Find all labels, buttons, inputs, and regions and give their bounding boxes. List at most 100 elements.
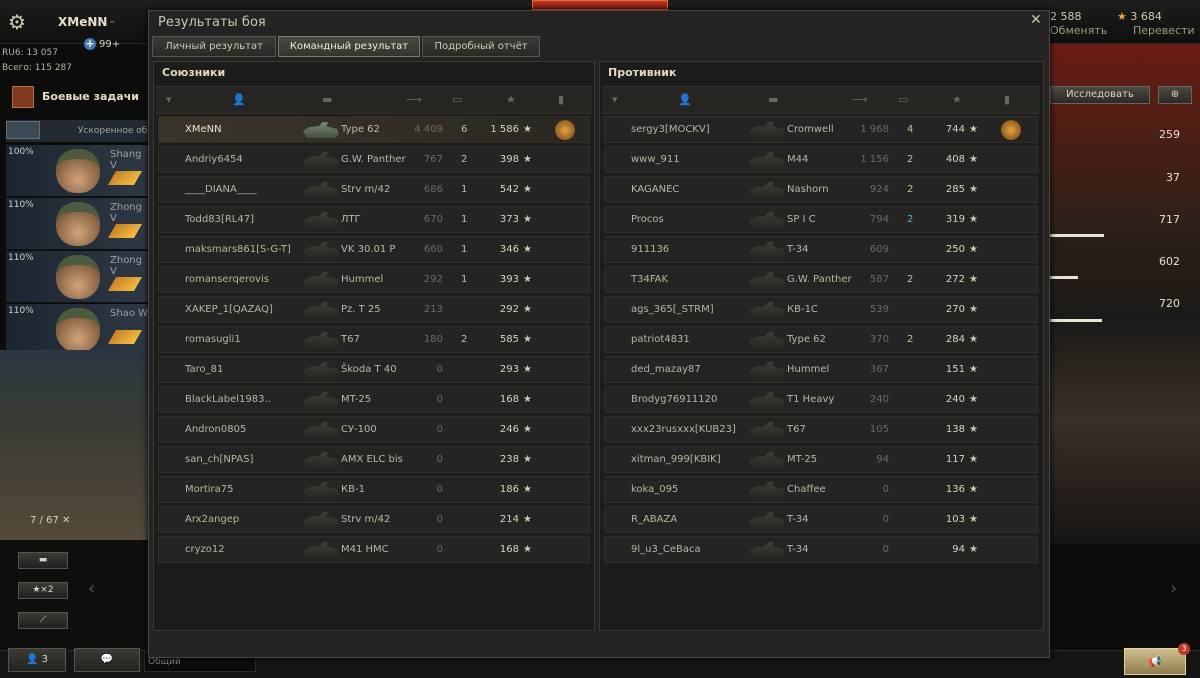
player-name[interactable]: 9l_u3_CeBaca bbox=[631, 544, 701, 555]
damage-column-icon[interactable]: ⟶ bbox=[406, 93, 422, 106]
notifications-button[interactable]: 📢 bbox=[1124, 648, 1186, 675]
table-row[interactable]: ded_mazay87 Hummel 367 151 ★ bbox=[604, 356, 1038, 383]
close-icon[interactable]: ✕ bbox=[1030, 12, 1042, 28]
platoon-column-icon[interactable]: ▾ bbox=[166, 93, 172, 106]
player-name[interactable]: Procos bbox=[631, 214, 664, 225]
player-name[interactable]: BlackLabel1983.. bbox=[185, 394, 271, 405]
table-row[interactable]: Taro_81 Škoda T 40 0 293 ★ bbox=[158, 356, 590, 383]
crew-member[interactable]: 100% Shang V bbox=[6, 145, 150, 197]
player-name[interactable]: Todd83[RL47] bbox=[185, 214, 254, 225]
player-name[interactable]: Brodyg76911120 bbox=[631, 394, 717, 405]
table-row[interactable]: cryzo12 M41 HMC 0 168 ★ bbox=[158, 536, 590, 563]
table-row[interactable]: Arx2angep Strv m/42 0 214 ★ bbox=[158, 506, 590, 533]
table-row[interactable]: www_911 M44 1 156 2 408 ★ bbox=[604, 146, 1038, 173]
player-name[interactable]: Taro_81 bbox=[185, 364, 223, 375]
table-row[interactable]: BlackLabel1983.. MT-25 0 168 ★ bbox=[158, 386, 590, 413]
player-name[interactable]: patriot4831 bbox=[631, 334, 690, 345]
chat-channels-button[interactable]: 💬 bbox=[74, 648, 140, 672]
battle-tasks-button[interactable]: Боевые задачи bbox=[10, 84, 150, 112]
xp-boost-button[interactable]: ★×2 bbox=[18, 582, 68, 599]
tank-tree-button[interactable]: ⊕ bbox=[1158, 86, 1192, 104]
table-row[interactable]: T34FAK G.W. Panther 587 2 272 ★ bbox=[604, 266, 1038, 293]
table-row[interactable]: Andron0805 СУ-100 0 246 ★ bbox=[158, 416, 590, 443]
table-row[interactable]: Procos SP I C 794 2 319 ★ bbox=[604, 206, 1038, 233]
medal-column-icon[interactable]: ▮ bbox=[1004, 93, 1010, 106]
crew-member[interactable]: 110% Shao W bbox=[6, 304, 150, 356]
damage-column-icon[interactable]: ⟶ bbox=[852, 93, 868, 106]
table-row[interactable]: romasugli1 T67 180 2 585 ★ bbox=[158, 326, 590, 353]
tab-personal-result[interactable]: Личный результат bbox=[152, 36, 276, 57]
crew-member[interactable]: 110% Zhong V bbox=[6, 251, 150, 303]
table-row[interactable]: XMeNN Type 62 4 409 6 1 586 ★ bbox=[158, 116, 590, 143]
player-name[interactable]: Arx2angep bbox=[185, 514, 239, 525]
player-name[interactable]: sergy3[MOCKV] bbox=[631, 124, 710, 135]
table-row[interactable]: patriot4831 Type 62 370 2 284 ★ bbox=[604, 326, 1038, 353]
table-row[interactable]: Brodyg76911120 T1 Heavy 240 240 ★ bbox=[604, 386, 1038, 413]
table-row[interactable]: xitman_999[KBIK] MT-25 94 117 ★ bbox=[604, 446, 1038, 473]
player-name[interactable]: koka_095 bbox=[631, 484, 678, 495]
player-name[interactable]: www_911 bbox=[631, 154, 680, 165]
table-row[interactable]: maksmars861[S-G-T] VK 30.01 P 660 1 346 ★ bbox=[158, 236, 590, 263]
research-button[interactable]: Исследовать bbox=[1050, 86, 1150, 104]
player-name[interactable]: R_ABAZA bbox=[631, 514, 677, 525]
battle-button[interactable] bbox=[532, 0, 668, 10]
player-name[interactable]: Andron0805 bbox=[185, 424, 246, 435]
table-row[interactable]: R_ABAZA T-34 0 103 ★ bbox=[604, 506, 1038, 533]
table-row[interactable]: Todd83[RL47] ЛТГ 670 1 373 ★ bbox=[158, 206, 590, 233]
table-row[interactable]: ____DIANA____ Strv m/42 686 1 542 ★ bbox=[158, 176, 590, 203]
medal-icon[interactable] bbox=[1001, 120, 1021, 140]
table-row[interactable]: san_ch[NPAS] AMX ELC bis 0 238 ★ bbox=[158, 446, 590, 473]
player-name[interactable]: romasugli1 bbox=[185, 334, 241, 345]
player-name[interactable]: 911136 bbox=[631, 244, 669, 255]
player-name[interactable]: Andriy6454 bbox=[185, 154, 243, 165]
platoon-column-icon[interactable]: ▾ bbox=[612, 93, 618, 106]
table-row[interactable]: koka_095 Chaffee 0 136 ★ bbox=[604, 476, 1038, 503]
player-name[interactable]: XMeNN bbox=[58, 15, 107, 29]
player-name[interactable]: KAGANEC bbox=[631, 184, 679, 195]
tab-team-result[interactable]: Командный результат bbox=[278, 36, 420, 57]
camo-button[interactable]: ⟋ bbox=[18, 612, 68, 629]
player-name[interactable]: ded_mazay87 bbox=[631, 364, 701, 375]
player-name[interactable]: romanserqerovis bbox=[185, 274, 269, 285]
tank-filter-button[interactable]: ▬ bbox=[18, 552, 68, 569]
player-name[interactable]: ags_365[_STRM] bbox=[631, 304, 714, 315]
table-row[interactable]: xxx23rusxxx[KUB23] T67 105 138 ★ bbox=[604, 416, 1038, 443]
medal-icon[interactable] bbox=[555, 120, 575, 140]
transfer-link[interactable]: Перевести bbox=[1133, 24, 1195, 37]
xp-column-icon[interactable]: ★ bbox=[952, 93, 962, 106]
player-name[interactable]: Mortira75 bbox=[185, 484, 234, 495]
kills-column-icon[interactable]: ▭ bbox=[898, 93, 908, 106]
tab-detailed-report[interactable]: Подробный отчёт bbox=[422, 36, 540, 57]
xp-column-icon[interactable]: ★ bbox=[506, 93, 516, 106]
table-row[interactable]: XAKEP_1[QAZAQ] Pz. T 25 213 292 ★ bbox=[158, 296, 590, 323]
table-row[interactable]: Mortira75 КВ-1 0 186 ★ bbox=[158, 476, 590, 503]
player-name[interactable]: T34FAK bbox=[631, 274, 668, 285]
carousel-left-arrow-icon[interactable]: ‹ bbox=[88, 578, 95, 599]
exchange-link[interactable]: Обменять bbox=[1050, 24, 1107, 37]
player-name[interactable]: san_ch[NPAS] bbox=[185, 454, 253, 465]
player-name[interactable]: XMeNN bbox=[185, 124, 222, 135]
chevron-down-icon[interactable]: ⌄ bbox=[108, 15, 116, 26]
tank-column-icon[interactable]: ▬ bbox=[768, 93, 778, 106]
table-row[interactable]: sergy3[MOCKV] Cromwell 1 968 4 744 ★ bbox=[604, 116, 1038, 143]
player-column-icon[interactable]: 👤 bbox=[232, 93, 246, 106]
player-name[interactable]: XAKEP_1[QAZAQ] bbox=[185, 304, 273, 315]
player-column-icon[interactable]: 👤 bbox=[678, 93, 692, 106]
invites-indicator[interactable]: +99+ bbox=[84, 38, 120, 50]
kills-column-icon[interactable]: ▭ bbox=[452, 93, 462, 106]
player-name[interactable]: xxx23rusxxx[KUB23] bbox=[631, 424, 736, 435]
table-row[interactable]: 911136 T-34 609 250 ★ bbox=[604, 236, 1038, 263]
table-row[interactable]: KAGANEC Nashorn 924 2 285 ★ bbox=[604, 176, 1038, 203]
table-row[interactable]: romanserqerovis Hummel 292 1 393 ★ bbox=[158, 266, 590, 293]
table-row[interactable]: 9l_u3_CeBaca T-34 0 94 ★ bbox=[604, 536, 1038, 563]
table-row[interactable]: Andriy6454 G.W. Panther 767 2 398 ★ bbox=[158, 146, 590, 173]
player-name[interactable]: ____DIANA____ bbox=[185, 184, 257, 195]
tank-column-icon[interactable]: ▬ bbox=[322, 93, 332, 106]
crew-member[interactable]: 110% Zhong V bbox=[6, 198, 150, 250]
settings-gear-icon[interactable]: ⚙ bbox=[8, 10, 26, 34]
crew-settings-button[interactable] bbox=[6, 121, 40, 139]
player-name[interactable]: xitman_999[KBIK] bbox=[631, 454, 721, 465]
friends-button[interactable]: 👤 3 bbox=[8, 648, 66, 672]
player-name[interactable]: maksmars861[S-G-T] bbox=[185, 244, 291, 255]
medal-column-icon[interactable]: ▮ bbox=[558, 93, 564, 106]
